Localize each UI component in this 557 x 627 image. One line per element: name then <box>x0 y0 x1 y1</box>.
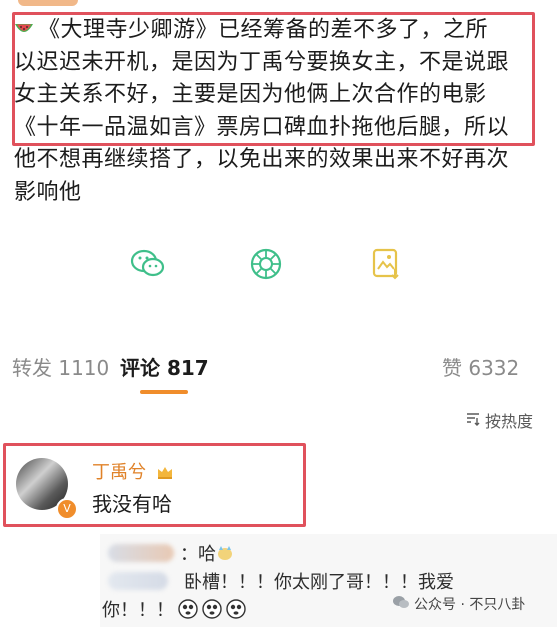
tab-likes[interactable]: 赞 6332 <box>442 352 519 381</box>
sort-by-hot-button[interactable]: 按热度 <box>465 408 533 432</box>
post-highlight-box <box>12 12 535 146</box>
crying-emoji-icon <box>178 599 198 619</box>
crying-emoji-icon <box>202 599 222 619</box>
reply-text: 你！！！ <box>102 600 174 621</box>
reply-text: 卧槽！！！你太刚了哥！！！我爱 <box>184 572 454 593</box>
reply-continuation: 你！！！ <box>102 596 246 622</box>
active-tab-indicator <box>140 390 188 394</box>
reply-item: ：哈 <box>108 540 234 566</box>
post-line: 影响他 <box>14 179 82 205</box>
moments-icon <box>249 247 283 285</box>
watermark-label: 公众号 · 不只八卦 <box>414 597 526 613</box>
crying-emoji-icon <box>226 599 246 619</box>
post-line: 他不想再继续搭了，以免出来的效果出来不好再次 <box>14 147 510 173</box>
blurred-username <box>108 572 168 590</box>
sort-icon <box>465 410 481 430</box>
reply-text: ：哈 <box>180 544 216 565</box>
share-wechat-button[interactable] <box>128 246 168 286</box>
blurred-username <box>108 544 174 562</box>
tab-comments[interactable]: 评论 817 <box>120 352 209 381</box>
sort-label: 按热度 <box>484 412 533 431</box>
watermark: 公众号 · 不只八卦 <box>392 594 525 614</box>
share-actions <box>0 246 557 286</box>
share-moments-button[interactable] <box>246 246 286 286</box>
reply-item: 卧槽！！！你太刚了哥！！！我爱 <box>108 568 454 594</box>
comment-highlight-box <box>3 443 306 527</box>
save-image-icon <box>371 247 401 285</box>
save-image-button[interactable] <box>366 246 406 286</box>
doge-emoji-icon <box>216 544 234 562</box>
tab-repost[interactable]: 转发 1110 <box>12 352 109 381</box>
wechat-official-account-icon <box>392 594 410 614</box>
previous-item-sliver <box>18 0 78 6</box>
tabs: 转发 1110 评论 817 赞 6332 <box>0 352 557 394</box>
wechat-icon <box>130 248 166 284</box>
